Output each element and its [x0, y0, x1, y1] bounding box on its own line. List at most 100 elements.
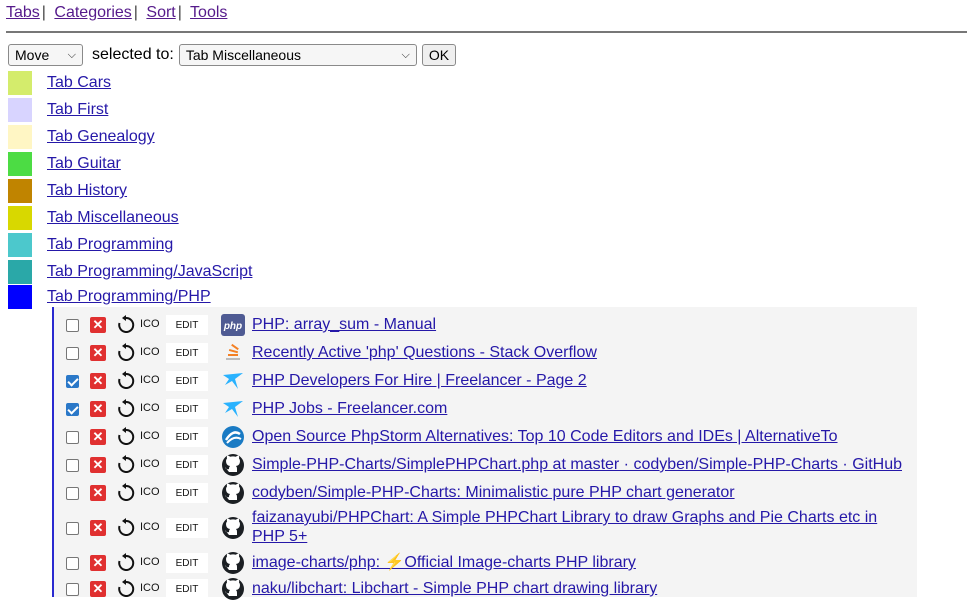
tab-link[interactable]: Tab Miscellaneous [47, 209, 179, 227]
edit-button[interactable]: EDIT [166, 579, 208, 599]
tab-link[interactable]: Tab Cars [47, 74, 111, 92]
select-checkbox[interactable] [66, 431, 79, 444]
reload-icon[interactable] [116, 553, 136, 573]
edit-button[interactable]: EDIT [166, 427, 208, 447]
edit-button[interactable]: EDIT [166, 553, 208, 573]
select-checkbox[interactable] [66, 459, 79, 472]
nav-tools-link[interactable]: Tools [190, 4, 227, 21]
reload-icon[interactable] [116, 579, 136, 599]
edit-button[interactable]: EDIT [166, 343, 208, 363]
delete-icon[interactable]: ✕ [90, 555, 106, 571]
reload-icon[interactable] [116, 427, 136, 447]
reload-icon[interactable] [116, 518, 136, 538]
tab-color-swatch [8, 179, 32, 203]
edit-button[interactable]: EDIT [166, 371, 208, 391]
ico-button[interactable]: ICO [140, 430, 160, 442]
edit-button[interactable]: EDIT [166, 315, 208, 335]
ico-button[interactable]: ICO [140, 556, 160, 568]
chevron-down-icon: ⌵ [67, 48, 76, 61]
select-checkbox[interactable] [66, 557, 79, 570]
ico-button[interactable]: ICO [140, 346, 160, 358]
tab-row: Tab First [8, 98, 108, 122]
link-row: ✕ ICO EDIT Simple-PHP-Charts/SimplePHPChart… [54, 454, 917, 476]
action-select-value: Move [15, 47, 50, 63]
tab-link[interactable]: Tab Genealogy [47, 128, 155, 146]
edit-button[interactable]: EDIT [166, 518, 208, 538]
select-checkbox[interactable] [66, 375, 79, 388]
tab-row: Tab Programming/PHP [8, 285, 211, 309]
nav-sort-link[interactable]: Sort [146, 4, 175, 21]
select-checkbox[interactable] [66, 583, 79, 596]
tab-color-swatch [8, 260, 32, 284]
ico-button[interactable]: ICO [140, 486, 160, 498]
link-title[interactable]: faizanayubi/PHPChart: A Simple PHPChart … [252, 508, 902, 546]
tab-link[interactable]: Tab History [47, 182, 127, 200]
select-checkbox[interactable] [66, 319, 79, 332]
delete-icon[interactable]: ✕ [90, 429, 106, 445]
edit-button[interactable]: EDIT [166, 455, 208, 475]
tab-row: Tab History [8, 179, 127, 203]
ok-button[interactable]: OK [421, 44, 457, 66]
select-checkbox[interactable] [66, 403, 79, 416]
reload-icon[interactable] [116, 483, 136, 503]
delete-icon[interactable]: ✕ [90, 520, 106, 536]
edit-button[interactable]: EDIT [166, 483, 208, 503]
select-checkbox[interactable] [66, 487, 79, 500]
tab-row: Tab Genealogy [8, 125, 155, 149]
link-row: ✕ ICO EDIT naku/libchart: Libchart - Simple… [54, 578, 917, 600]
link-row: ✕ ICO EDIT PHP Developers For Hire | Freela… [54, 370, 917, 392]
link-title[interactable]: Recently Active 'php' Questions - Stack … [252, 343, 902, 362]
reload-icon[interactable] [116, 455, 136, 475]
ico-button[interactable]: ICO [140, 374, 160, 386]
ico-button[interactable]: ICO [140, 402, 160, 414]
select-checkbox[interactable] [66, 347, 79, 360]
link-title[interactable]: codyben/Simple-PHP-Charts: Minimalistic … [252, 483, 902, 502]
tab-color-swatch [8, 152, 32, 176]
nav-categories-link[interactable]: Categories [54, 4, 131, 21]
move-bar: Move ⌵ selected to: Tab Miscellaneous ⌵ … [8, 43, 457, 67]
tab-link[interactable]: Tab Programming/JavaScript [47, 263, 252, 281]
github-icon [221, 453, 245, 477]
link-title[interactable]: PHP: array_sum - Manual [252, 315, 902, 334]
edit-button[interactable]: EDIT [166, 399, 208, 419]
link-title[interactable]: PHP Jobs - Freelancer.com [252, 399, 902, 418]
tab-link[interactable]: Tab Programming/PHP [47, 288, 211, 306]
nav-tabs-link[interactable]: Tabs [6, 4, 40, 21]
tab-link[interactable]: Tab Programming [47, 236, 173, 254]
link-row: ✕ ICO EDIT Open Source PhpStorm Alternative… [54, 426, 917, 448]
delete-icon[interactable]: ✕ [90, 581, 106, 597]
target-tab-select-value: Tab Miscellaneous [185, 47, 301, 63]
link-title[interactable]: PHP Developers For Hire | Freelancer - P… [252, 371, 902, 390]
tab-link[interactable]: Tab Guitar [47, 155, 121, 173]
tab-color-swatch [8, 125, 32, 149]
link-title[interactable]: Simple-PHP-Charts/SimplePHPChart.php at … [252, 455, 902, 474]
delete-icon[interactable]: ✕ [90, 317, 106, 333]
select-checkbox[interactable] [66, 522, 79, 535]
delete-icon[interactable]: ✕ [90, 373, 106, 389]
target-tab-select[interactable]: Tab Miscellaneous ⌵ [178, 44, 417, 66]
ico-button[interactable]: ICO [140, 458, 160, 470]
ico-button[interactable]: ICO [140, 521, 160, 533]
tab-color-swatch [8, 71, 32, 95]
tab-color-swatch [8, 98, 32, 122]
link-row: ✕ ICO EDIT PHP Jobs - Freelancer.com [54, 398, 917, 420]
tab-row: Tab Cars [8, 71, 111, 95]
link-title[interactable]: Open Source PhpStorm Alternatives: Top 1… [252, 427, 902, 446]
ico-button[interactable]: ICO [140, 582, 160, 594]
link-row: ✕ ICO EDIT codyben/Simple-PHP-Charts: Minim… [54, 482, 917, 504]
link-title[interactable]: naku/libchart: Libchart - Simple PHP cha… [252, 579, 902, 598]
tab-row: Tab Guitar [8, 152, 121, 176]
delete-icon[interactable]: ✕ [90, 457, 106, 473]
delete-icon[interactable]: ✕ [90, 401, 106, 417]
delete-icon[interactable]: ✕ [90, 485, 106, 501]
reload-icon[interactable] [116, 315, 136, 335]
reload-icon[interactable] [116, 343, 136, 363]
reload-icon[interactable] [116, 399, 136, 419]
reload-icon[interactable] [116, 371, 136, 391]
tab-link[interactable]: Tab First [47, 101, 108, 119]
action-select[interactable]: Move ⌵ [8, 44, 83, 66]
ico-button[interactable]: ICO [140, 318, 160, 330]
link-title[interactable]: image-charts/php: ⚡Official Image-charts… [252, 553, 902, 572]
delete-icon[interactable]: ✕ [90, 345, 106, 361]
github-icon [221, 551, 245, 575]
